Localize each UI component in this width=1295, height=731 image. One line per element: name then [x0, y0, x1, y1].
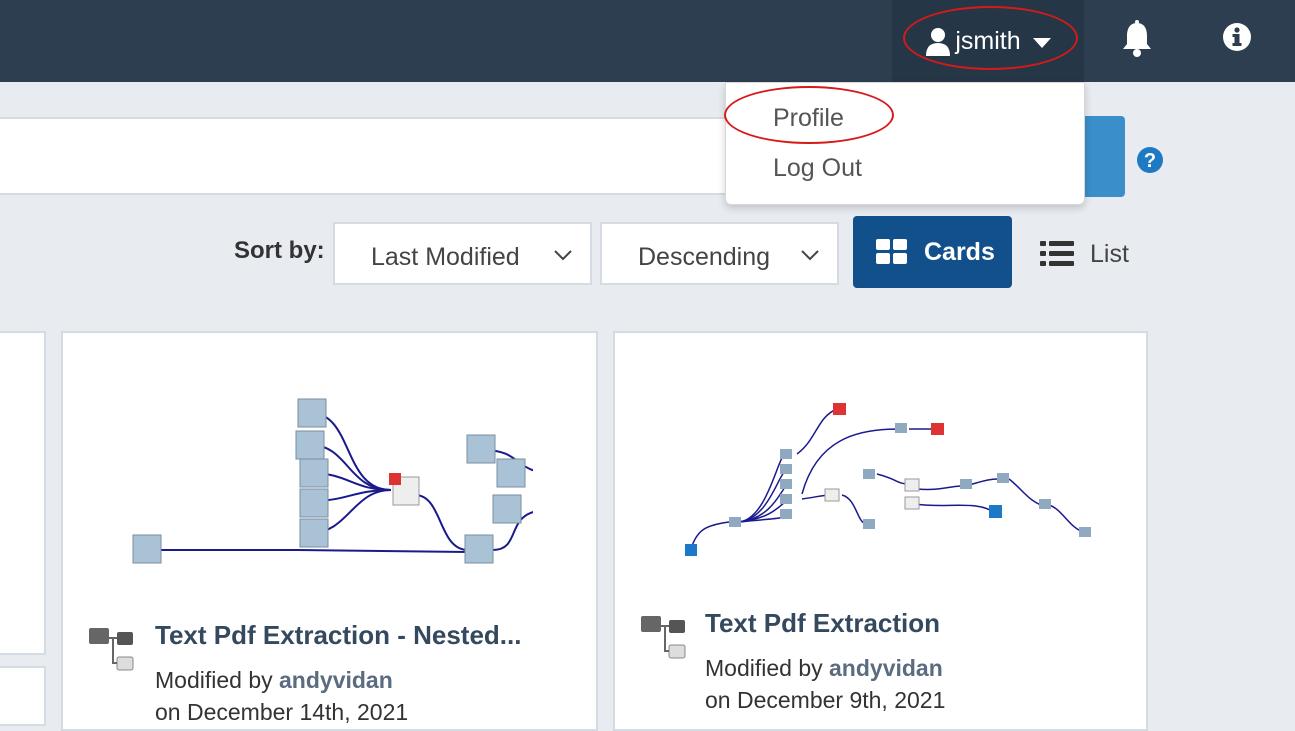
profile-menu-item[interactable]: Profile — [773, 104, 844, 133]
workflow-tree-icon — [641, 616, 686, 659]
bell-icon[interactable] — [1120, 20, 1154, 58]
card-author[interactable]: andyvidan — [279, 667, 393, 693]
sort-field-value: Last Modified — [371, 243, 520, 271]
sort-field-select[interactable]: Last Modified — [333, 222, 592, 285]
sort-order-select[interactable]: Descending — [600, 222, 839, 285]
card-modified: Modified by andyvidan — [155, 667, 393, 694]
info-icon[interactable] — [1222, 22, 1252, 52]
cards-view-label: Cards — [924, 237, 995, 266]
logout-menu-item[interactable]: Log Out — [773, 154, 862, 183]
grid-icon — [876, 239, 907, 264]
card-author[interactable]: andyvidan — [829, 655, 943, 681]
list-view-button[interactable]: List — [1040, 236, 1129, 272]
workflow-card-partial[interactable] — [0, 666, 46, 726]
workflow-card[interactable]: Text Pdf Extraction Modified by andyvida… — [613, 331, 1148, 731]
user-icon — [926, 28, 951, 56]
modified-prefix: Modified by — [155, 667, 273, 693]
card-title[interactable]: Text Pdf Extraction — [705, 608, 940, 639]
user-dropdown-menu: Profile Log Out — [725, 82, 1085, 205]
workflow-diagram-thumbnail — [685, 403, 1091, 556]
workflow-card-partial[interactable] — [0, 331, 46, 655]
card-title[interactable]: Text Pdf Extraction - Nested... — [155, 620, 521, 651]
card-modified: Modified by andyvidan — [705, 655, 943, 682]
list-view-label: List — [1090, 239, 1129, 268]
question-circle-icon[interactable]: ? — [1136, 146, 1164, 174]
user-menu-toggle[interactable]: jsmith — [892, 0, 1084, 82]
caret-down-icon — [1032, 37, 1051, 48]
workflow-card[interactable]: Text Pdf Extraction - Nested... Modified… — [61, 331, 598, 731]
sort-by-label: Sort by: — [234, 237, 325, 264]
modified-prefix: Modified by — [705, 655, 823, 681]
gear-node-icons — [132, 398, 526, 564]
username-label: jsmith — [955, 26, 1021, 55]
sort-order-value: Descending — [638, 243, 771, 271]
node-icons — [685, 403, 1091, 556]
card-date: on December 9th, 2021 — [705, 687, 946, 713]
card-date: on December 14th, 2021 — [155, 699, 409, 725]
top-navbar — [0, 0, 1295, 82]
chevron-down-icon — [801, 250, 819, 261]
chevron-down-icon — [554, 250, 572, 261]
cards-view-button[interactable]: Cards — [853, 216, 1012, 288]
list-icon — [1040, 241, 1074, 266]
svg-text:?: ? — [1144, 150, 1156, 172]
workflow-diagram-thumbnail — [132, 398, 533, 564]
workflow-tree-icon — [89, 628, 134, 671]
